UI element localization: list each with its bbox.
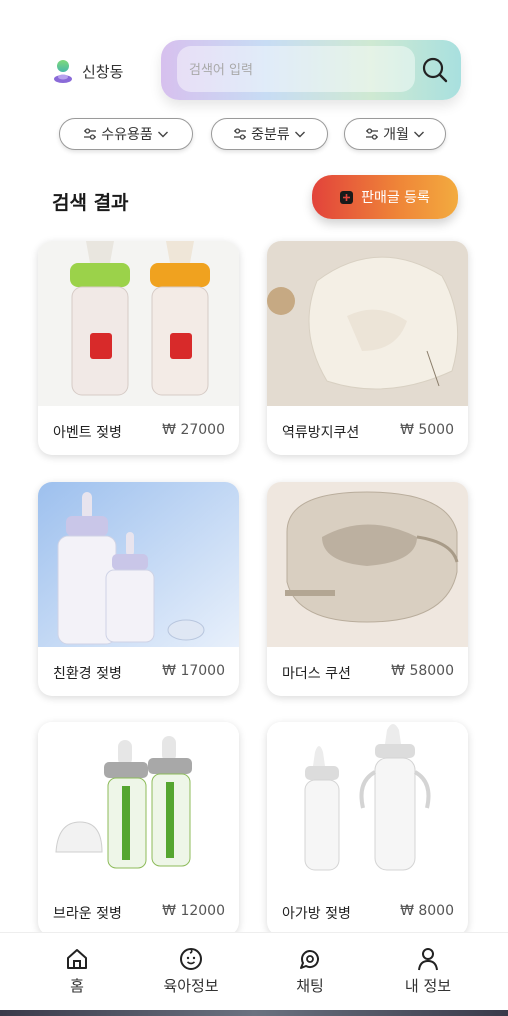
nav-item-home[interactable]: 홈 [32,947,122,996]
product-name: 아가방 젖병 [282,906,351,922]
product-image-bottles [38,722,239,887]
chat-icon [300,950,319,969]
filter-sliders-icon [84,128,97,140]
nav-label: 채팅 [296,977,324,995]
filter-chip-label: 개월 [383,127,409,143]
product-price: ₩ 17000 [162,663,225,679]
product-price: ₩ 27000 [162,422,225,438]
product-price: ₩ 5000 [400,422,454,438]
product-card[interactable]: 친환경 젖병 ₩ 17000 [38,482,239,696]
search-bar [161,40,461,100]
filter-sliders-icon [234,128,247,140]
filter-chip-label: 중분류 [251,127,290,143]
results-title: 검색 결과 [52,192,129,214]
product-image-nursing-pillow [267,482,468,647]
product-price: ₩ 12000 [162,903,225,919]
product-card[interactable]: 브라운 젖병 ₩ 12000 [38,722,239,936]
register-sale-label: 판매글 등록 [361,190,430,206]
person-icon [418,948,438,971]
chevron-down-icon [294,131,305,138]
bottom-edge-strip [0,1010,508,1016]
product-card[interactable]: 아가방 젖병 ₩ 8000 [267,722,468,936]
chevron-down-icon [157,131,168,138]
filter-chip-category[interactable]: 수유용품 [59,118,193,150]
product-card[interactable]: 마더스 쿠션 ₩ 58000 [267,482,468,696]
product-name: 브라운 젖병 [53,906,122,922]
filter-sliders-icon [366,128,379,140]
search-icon[interactable] [421,56,449,84]
search-input[interactable] [187,56,391,84]
filter-chip-label: 수유용품 [101,127,153,143]
filter-chip-months[interactable]: 개월 [344,118,446,150]
product-card[interactable]: 아벤트 젖병 ₩ 27000 [38,241,239,455]
product-image-bottles [267,722,468,887]
home-icon [67,949,87,969]
location-pin-icon [54,60,72,83]
product-image-bottles [38,482,239,647]
product-card[interactable]: 역류방지쿠션 ₩ 5000 [267,241,468,455]
nav-label: 홈 [70,977,84,995]
product-name: 역류방지쿠션 [282,425,360,441]
product-name: 아벤트 젖병 [53,425,122,441]
filter-chip-subcategory[interactable]: 중분류 [211,118,328,150]
product-name: 친환경 젖병 [53,666,122,682]
product-price: ₩ 58000 [391,663,454,679]
nav-label: 내 정보 [404,977,452,995]
chevron-down-icon [413,131,424,138]
nav-item-chat[interactable]: 채팅 [265,947,355,996]
filter-chips: 수유용품 중분류 개월 [0,118,508,154]
baby-face-icon [180,948,202,970]
bottom-navigation: 홈 육아정보 채팅 내 정보 [0,932,508,1011]
location-selector[interactable]: 신창동 [52,58,123,84]
product-price: ₩ 8000 [400,903,454,919]
product-name: 마더스 쿠션 [282,666,351,682]
location-label: 신창동 [82,62,124,81]
nav-label: 육아정보 [163,977,219,995]
product-image-cushion [267,241,468,406]
register-sale-button[interactable]: 판매글 등록 [312,175,458,219]
add-post-icon [340,190,354,204]
product-image-bottles [38,241,239,406]
nav-item-my-info[interactable]: 내 정보 [383,947,473,996]
nav-item-parenting-info[interactable]: 육아정보 [146,947,236,996]
